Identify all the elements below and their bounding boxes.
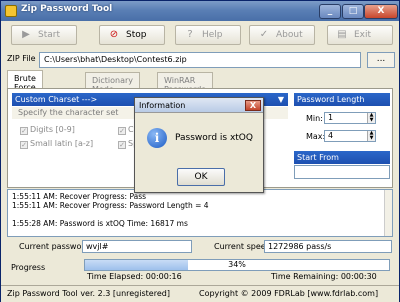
close-button[interactable]: X: [364, 4, 398, 19]
info-icon: i: [147, 128, 167, 148]
main-window: Zip Password Tool _ □ X ▶ Start ⊘ Stop ?…: [0, 0, 400, 302]
about-label: About: [276, 30, 303, 40]
log-scrollbar[interactable]: [384, 190, 392, 236]
browse-button[interactable]: ...: [367, 52, 395, 68]
window-title: Zip Password Tool: [21, 4, 113, 14]
dialog-title: Information: [135, 98, 263, 113]
start-label: Start: [38, 30, 60, 40]
log-line: 1:55:28 AM: Password is xtOQ Time: 16817…: [12, 219, 188, 228]
maximize-button[interactable]: □: [342, 4, 364, 19]
log-line: 1:55:11 AM: Recover Progress: Password L…: [12, 201, 209, 210]
small-latin-checkbox[interactable]: ✓ Small latin [a-z]: [20, 139, 93, 149]
max-value: 4: [328, 131, 334, 140]
zip-file-input[interactable]: C:\Users\bhat\Desktop\Contest6.zip: [39, 52, 361, 68]
stop-label: Stop: [126, 30, 147, 40]
information-dialog: Information X i Password is xtOQ OK: [134, 97, 264, 193]
exit-icon: ▤: [337, 29, 347, 40]
charset-select-label: Custom Charset --->: [15, 95, 98, 104]
log-line: 1:55:11 AM: Recover Progress: Pass: [12, 192, 147, 201]
status-version: Zip Password Tool ver. 2.3 [unregistered…: [7, 289, 170, 298]
progress-bar: 34%: [84, 259, 390, 271]
help-label: Help: [202, 30, 223, 40]
about-icon: ✓: [259, 29, 269, 40]
start-from-header: Start From: [294, 151, 390, 164]
toolbar: ▶ Start ⊘ Stop ? Help ✓ About ▤ Exit: [1, 23, 399, 47]
exit-button[interactable]: ▤ Exit: [327, 25, 393, 45]
dialog-message: Password is xtOQ: [175, 133, 253, 143]
spin-arrows-icon[interactable]: ▲ ▼: [367, 113, 375, 123]
current-speed-field: 1272986 pass/s: [264, 240, 392, 253]
time-elapsed: Time Elapsed: 00:00:16: [87, 272, 182, 281]
start-icon: ▶: [22, 29, 30, 40]
tab-dictionary[interactable]: Dictionary Mode: [85, 72, 141, 94]
chevron-down-icon: ▼: [277, 95, 284, 104]
min-value: 1: [328, 113, 334, 122]
min-length-stepper[interactable]: 1 ▲ ▼: [324, 112, 376, 124]
spin-arrows-icon[interactable]: ▲ ▼: [367, 131, 375, 141]
current-speed-label: Current speed: [214, 242, 271, 251]
dialog-close-button[interactable]: X: [245, 100, 261, 111]
max-label: Max:: [306, 132, 326, 141]
start-button[interactable]: ▶ Start: [11, 25, 77, 45]
digits-label: Digits [0-9]: [30, 125, 75, 134]
start-from-input[interactable]: [294, 165, 390, 179]
minimize-button[interactable]: _: [319, 4, 341, 19]
max-length-stepper[interactable]: 4 ▲ ▼: [324, 130, 376, 142]
min-label: Min:: [306, 114, 323, 123]
app-icon: [5, 5, 17, 17]
help-button[interactable]: ? Help: [175, 25, 241, 45]
exit-label: Exit: [354, 30, 372, 40]
status-bar: Zip Password Tool ver. 2.3 [unregistered…: [1, 285, 399, 302]
about-button[interactable]: ✓ About: [249, 25, 315, 45]
current-password-label: Current password: [19, 242, 90, 251]
zip-file-label: ZIP File: [7, 54, 36, 63]
status-copyright: Copyright © 2009 FDRLab [www.fdrlab.com]: [199, 289, 379, 298]
tab-winrar-passwords[interactable]: WinRAR Passwords: [157, 72, 213, 94]
tab-brute-force[interactable]: Brute Force Mode: [7, 70, 43, 101]
password-length-header: Password Length: [294, 93, 390, 106]
time-remaining: Time Remaining: 00:00:30: [271, 272, 377, 281]
current-password-field: wvjl#: [82, 240, 192, 253]
stop-icon: ⊘: [109, 29, 119, 40]
password-length-group: Password Length Min: 1 ▲ ▼ Max: 4 ▲ ▼: [294, 93, 390, 148]
help-icon: ?: [187, 29, 193, 40]
progress-label: Progress: [11, 263, 46, 272]
small-latin-label: Small latin [a-z]: [30, 139, 94, 148]
title-bar: Zip Password Tool _ □ X: [1, 1, 399, 21]
log-box[interactable]: 1:55:11 AM: Recover Progress: Pass 1:55:…: [7, 189, 393, 237]
stop-button[interactable]: ⊘ Stop: [99, 25, 165, 45]
ok-button[interactable]: OK: [177, 168, 225, 186]
digits-checkbox[interactable]: ✓ Digits [0-9]: [20, 125, 75, 135]
progress-percent: 34%: [228, 260, 246, 269]
